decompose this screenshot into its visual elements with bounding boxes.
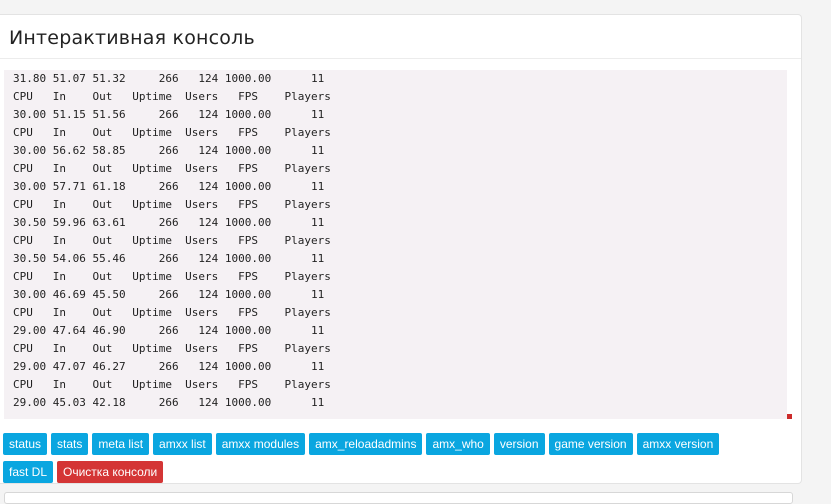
console-line: CPU In Out Uptime Users FPS Players bbox=[13, 198, 331, 211]
console-line: 30.50 54.06 55.46 266 124 1000.00 11 bbox=[13, 252, 325, 265]
command-buttons-row-2: fast DL Очистка консоли bbox=[3, 461, 793, 483]
resize-handle[interactable] bbox=[787, 414, 792, 419]
panel-header: Интерактивная консоль bbox=[0, 15, 801, 59]
console-line: 30.00 46.69 45.50 266 124 1000.00 11 bbox=[13, 288, 325, 301]
console-line: 29.00 47.07 46.27 266 124 1000.00 11 bbox=[13, 360, 325, 373]
console-line: 30.00 51.15 51.56 266 124 1000.00 11 bbox=[13, 108, 325, 121]
amxx-version-button[interactable]: amxx version bbox=[636, 433, 720, 455]
console-line: 31.80 51.07 51.32 266 124 1000.00 11 bbox=[13, 72, 325, 85]
stats-button[interactable]: stats bbox=[51, 433, 89, 455]
console-line: CPU In Out Uptime Users FPS Players bbox=[13, 378, 331, 391]
amxx-list-button[interactable]: amxx list bbox=[153, 433, 212, 455]
console-line: 30.00 57.71 61.18 266 124 1000.00 11 bbox=[13, 180, 325, 193]
amxx-modules-button[interactable]: amxx modules bbox=[215, 433, 306, 455]
console-line: 30.00 56.62 58.85 266 124 1000.00 11 bbox=[13, 144, 325, 157]
console-line: CPU In Out Uptime Users FPS Players bbox=[13, 342, 331, 355]
console-line: CPU In Out Uptime Users FPS Players bbox=[13, 162, 331, 175]
version-button[interactable]: version bbox=[493, 433, 545, 455]
status-button[interactable]: status bbox=[3, 433, 48, 455]
meta-list-button[interactable]: meta list bbox=[92, 433, 150, 455]
panel-title: Интерактивная консоль bbox=[9, 27, 255, 49]
game-version-button[interactable]: game version bbox=[548, 433, 633, 455]
console-line: 29.00 47.64 46.90 266 124 1000.00 11 bbox=[13, 324, 325, 337]
command-input[interactable] bbox=[4, 492, 793, 504]
console-line: CPU In Out Uptime Users FPS Players bbox=[13, 306, 331, 319]
clear-console-button[interactable]: Очистка консоли bbox=[57, 461, 164, 483]
console-line: CPU In Out Uptime Users FPS Players bbox=[13, 90, 331, 103]
amx-who-button[interactable]: amx_who bbox=[426, 433, 490, 455]
console-line: 29.00 45.03 42.18 266 124 1000.00 11 bbox=[13, 396, 325, 409]
console-line: CPU In Out Uptime Users FPS Players bbox=[13, 234, 331, 247]
console-panel: Интерактивная консоль 31.80 51.07 51.32 … bbox=[0, 14, 802, 484]
console-line: 30.50 59.96 63.61 266 124 1000.00 11 bbox=[13, 216, 325, 229]
console-line: CPU In Out Uptime Users FPS Players bbox=[13, 270, 331, 283]
amx-reloadadmins-button[interactable]: amx_reloadadmins bbox=[309, 433, 423, 455]
console-output[interactable]: 31.80 51.07 51.32 266 124 1000.00 11 CPU… bbox=[4, 70, 787, 419]
console-line: CPU In Out Uptime Users FPS Players bbox=[13, 126, 331, 139]
console-text: 31.80 51.07 51.32 266 124 1000.00 11 CPU… bbox=[13, 70, 331, 412]
command-buttons: status stats meta list amxx list amxx mo… bbox=[3, 433, 793, 455]
fast-dl-button[interactable]: fast DL bbox=[3, 461, 54, 483]
